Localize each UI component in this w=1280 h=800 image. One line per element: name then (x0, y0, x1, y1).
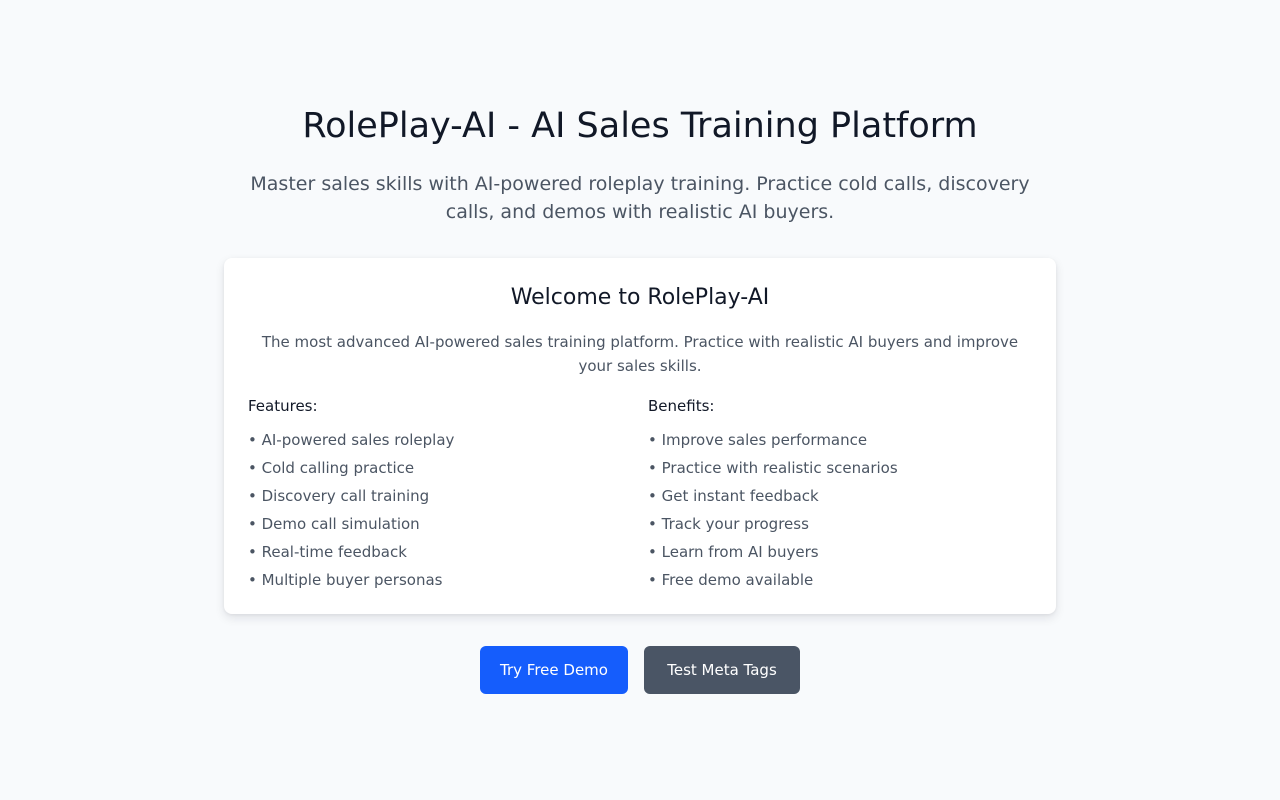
feature-item: • Demo call simulation (248, 515, 420, 533)
benefit-item: • Track your progress (648, 515, 809, 533)
feature-item: • AI-powered sales roleplay (248, 431, 455, 449)
feature-item: • Discovery call training (248, 487, 430, 505)
features-heading: Features: (248, 397, 318, 415)
landing-page: RolePlay-AI - AI Sales Training Platform… (0, 0, 1280, 800)
card-title: Welcome to RolePlay-AI (510, 285, 770, 310)
benefit-item: • Learn from AI buyers (648, 543, 819, 561)
features-list: • AI-powered sales roleplay • Cold calli… (248, 426, 632, 594)
feature-item: • Real-time feedback (248, 543, 407, 561)
benefit-item: • Get instant feedback (648, 487, 819, 505)
benefits-column: Benefits: • Improve sales performance • … (648, 394, 1032, 594)
feature-item: • Cold calling practice (248, 459, 415, 477)
welcome-card: Welcome to RolePlay-AI The most advanced… (224, 258, 1056, 614)
page-title: RolePlay-AI - AI Sales Training Platform (302, 106, 978, 146)
test-meta-tags-button[interactable]: Test Meta Tags (644, 646, 800, 694)
card-description: The most advanced AI-powered sales train… (261, 333, 1019, 375)
features-column: Features: • AI-powered sales roleplay • … (248, 394, 632, 594)
benefit-item: • Improve sales performance (648, 431, 868, 449)
page-subtitle: Master sales skills with AI-powered role… (250, 173, 1030, 223)
try-free-demo-button[interactable]: Try Free Demo (480, 646, 628, 694)
feature-item: • Multiple buyer personas (248, 571, 443, 589)
benefits-list: • Improve sales performance • Practice w… (648, 426, 1032, 594)
benefit-item: • Free demo available (648, 571, 814, 589)
benefit-item: • Practice with realistic scenarios (648, 459, 898, 477)
benefits-heading: Benefits: (648, 397, 715, 415)
